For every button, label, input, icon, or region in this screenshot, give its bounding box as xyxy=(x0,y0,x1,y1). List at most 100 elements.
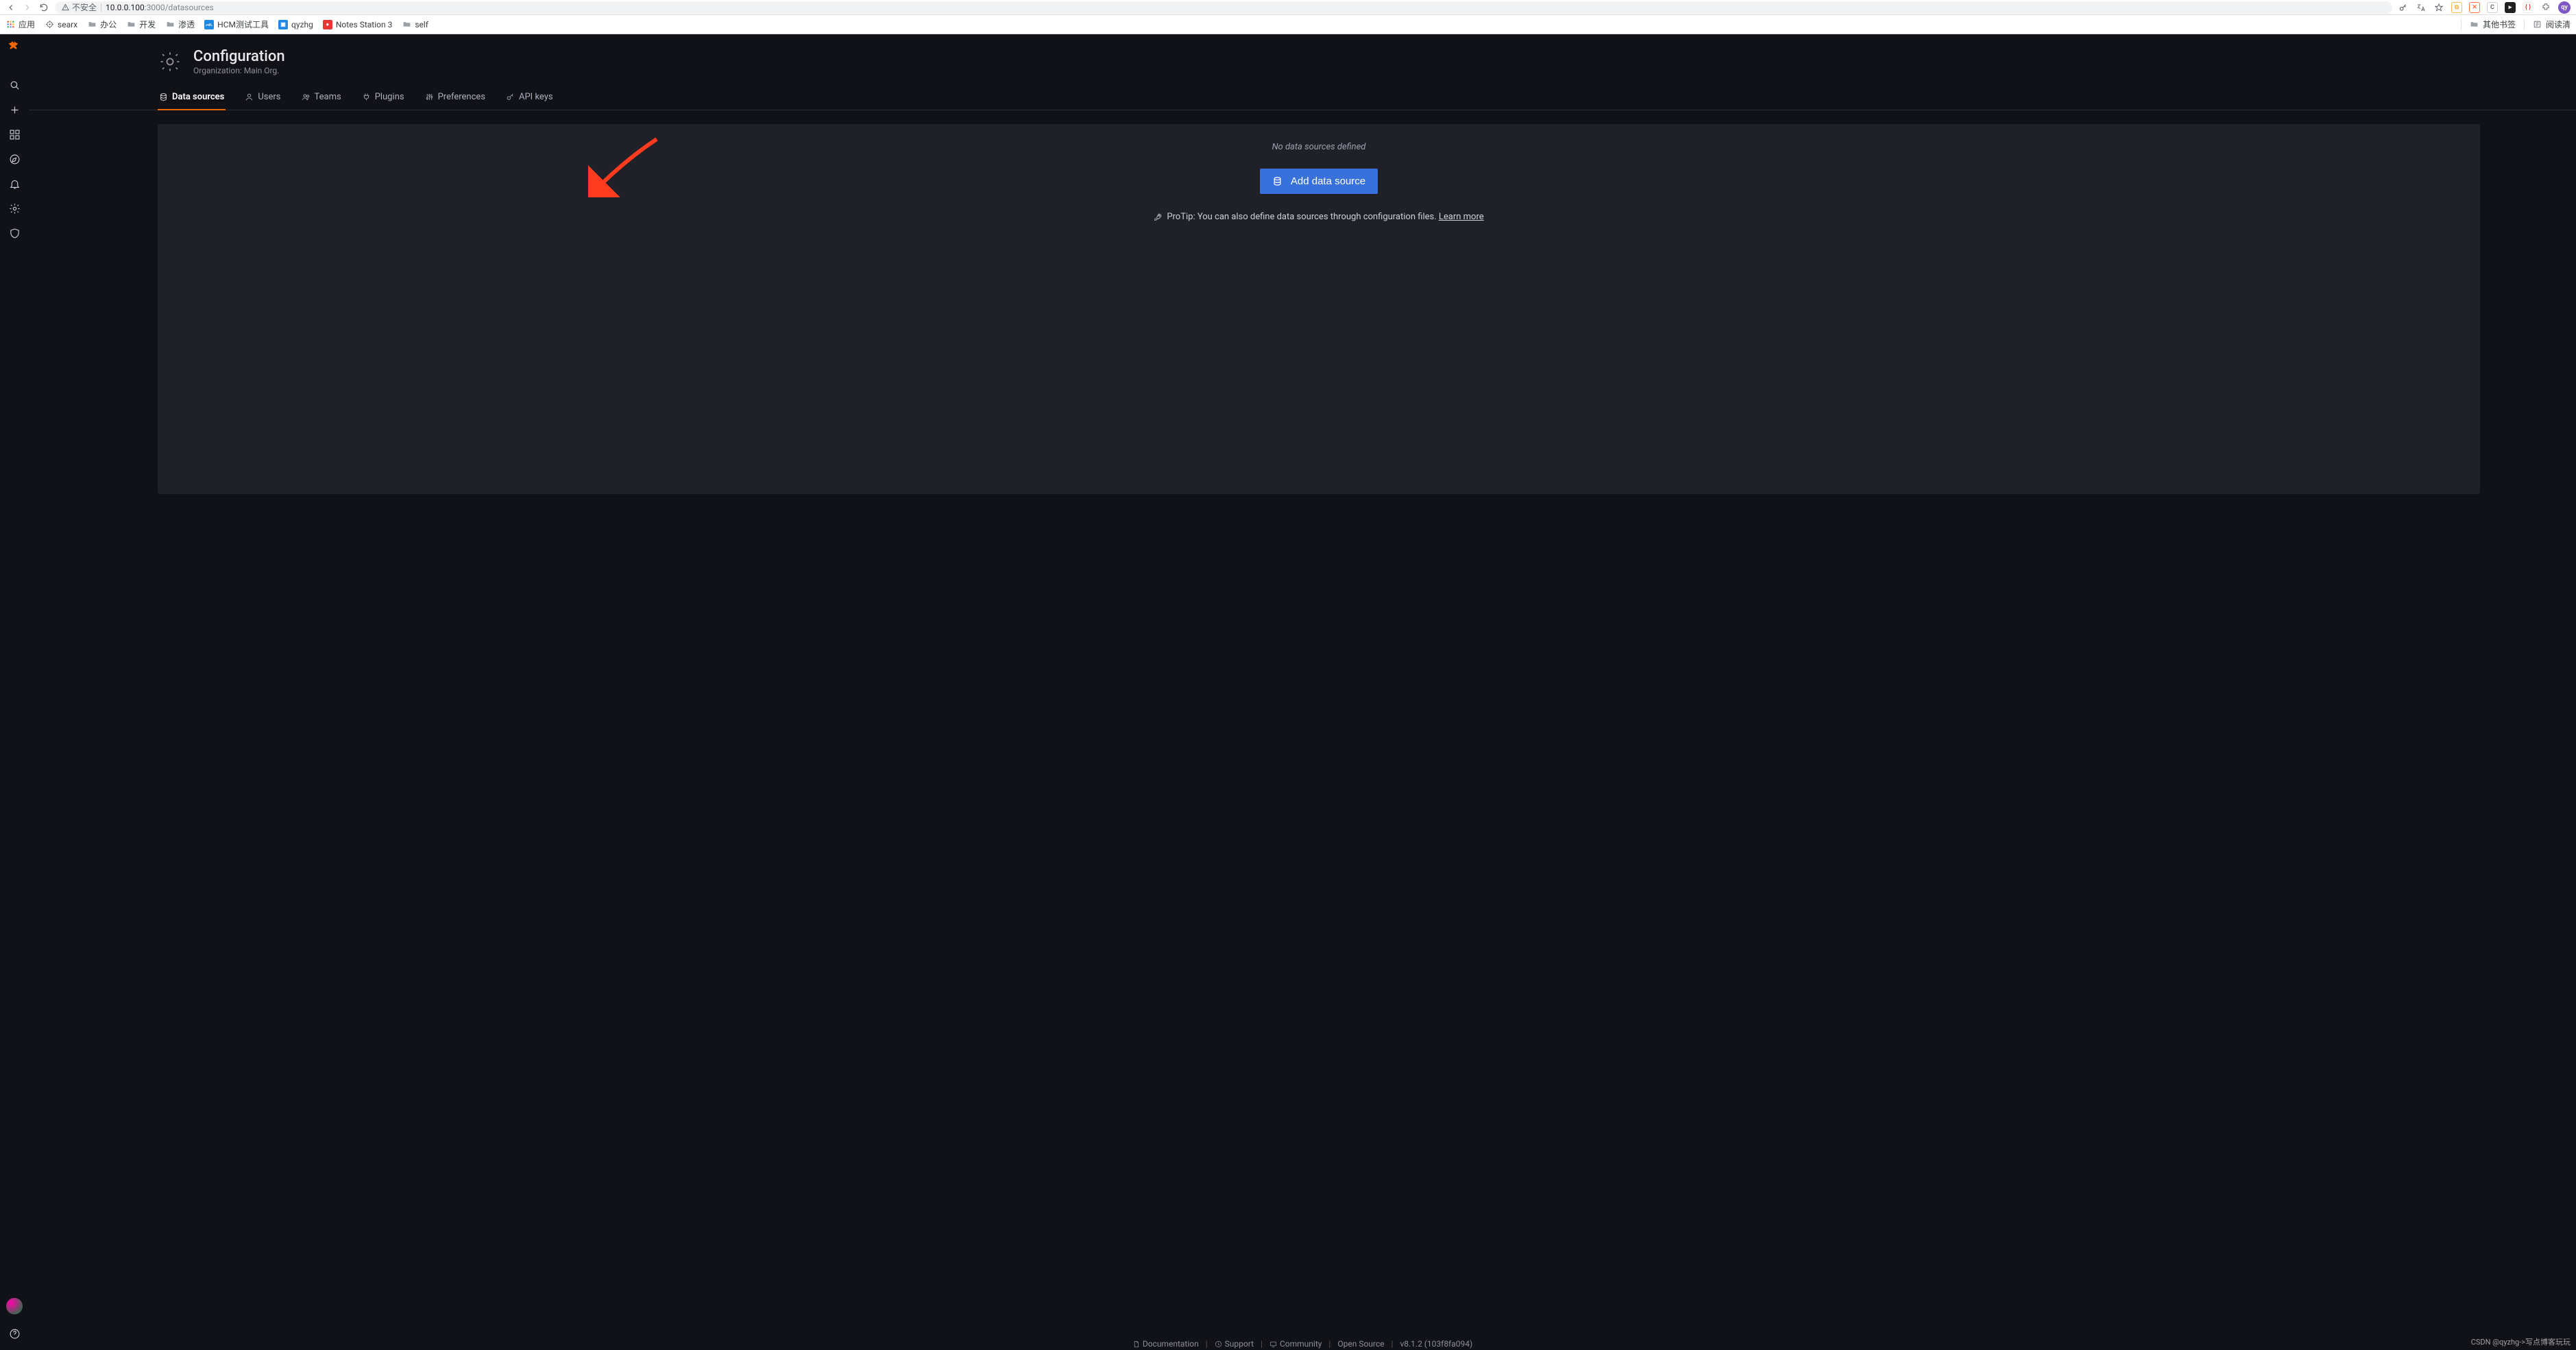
bookmark-label: 渗透 xyxy=(178,19,195,30)
bm-notes[interactable]: ● Notes Station 3 xyxy=(323,20,392,29)
sidebar-help-button[interactable] xyxy=(2,1321,27,1346)
nav-reload-button[interactable] xyxy=(38,2,49,13)
tile-icon: ▣ xyxy=(278,20,288,29)
tabs: Data sources Users Teams Plugins Prefere… xyxy=(29,84,2576,110)
extensions-icon[interactable] xyxy=(2540,2,2551,13)
ext-icon-c[interactable]: C xyxy=(2487,2,2498,13)
sidebar-admin-button[interactable] xyxy=(2,221,27,245)
tab-users[interactable]: Users xyxy=(243,86,282,110)
footer-support[interactable]: Support xyxy=(1215,1339,1254,1349)
add-data-source-button[interactable]: Add data source xyxy=(1260,169,1378,194)
footer-community[interactable]: Community xyxy=(1269,1339,1322,1349)
grafana-app: Configuration Organization: Main Org. Da… xyxy=(0,34,2576,1350)
sidebar-explore-button[interactable] xyxy=(2,147,27,171)
sliders-icon xyxy=(425,93,434,101)
translate-icon[interactable] xyxy=(2416,2,2427,13)
plug-icon xyxy=(362,93,371,101)
tab-apikeys[interactable]: API keys xyxy=(505,86,555,110)
bookmark-label: 应用 xyxy=(19,19,35,30)
tab-label: Data sources xyxy=(172,92,224,102)
bookmark-label: 其他书签 xyxy=(2483,19,2516,30)
sidebar xyxy=(0,34,29,1350)
protip-link[interactable]: Learn more xyxy=(1439,212,1484,222)
tab-label: Plugins xyxy=(375,92,404,102)
bookmark-label: Notes Station 3 xyxy=(336,20,392,29)
bookmark-label: HCM测试工具 xyxy=(217,19,269,30)
ext-icon-1[interactable]: ⧉ xyxy=(2451,2,2462,13)
site-security-indicator[interactable]: 不安全 xyxy=(62,1,97,13)
bm-searx[interactable]: searx xyxy=(45,20,77,29)
reading-list-icon xyxy=(2533,20,2542,29)
database-icon xyxy=(1272,176,1283,186)
tab-preferences[interactable]: Preferences xyxy=(424,86,487,110)
bm-folder-self[interactable]: self xyxy=(402,20,428,29)
ext-icon-2[interactable]: ✕ xyxy=(2469,2,2480,13)
password-key-icon[interactable] xyxy=(2398,2,2409,13)
rocket-icon xyxy=(1154,212,1163,221)
bookmark-label: qyzhg xyxy=(291,20,313,29)
sidebar-search-button[interactable] xyxy=(2,73,27,97)
footer-opensource[interactable]: Open Source xyxy=(1337,1339,1384,1349)
bm-folder-office[interactable]: 办公 xyxy=(87,19,117,30)
support-icon xyxy=(1215,1340,1222,1348)
tab-label: Preferences xyxy=(438,92,485,102)
empty-text: No data sources defined xyxy=(1272,142,1366,152)
profile-avatar[interactable]: qy xyxy=(2558,1,2571,14)
bm-reading-list[interactable]: 阅读清 xyxy=(2533,19,2571,30)
bookmark-label: 办公 xyxy=(100,19,117,30)
chrome-actions: ⧉ ✕ C ▸ { } qy xyxy=(2398,1,2571,14)
nav-back-button[interactable] xyxy=(5,2,16,13)
tab-label: Users xyxy=(258,92,280,102)
gear-icon xyxy=(158,49,182,74)
ext-icon-terminal[interactable]: ▸ xyxy=(2505,2,2516,13)
tab-datasources[interactable]: Data sources xyxy=(158,86,226,110)
bm-hcm[interactable]: ᨒ HCM测试工具 xyxy=(204,19,269,30)
browser-toolbar: 不安全 10.0.0.100:3000/datasources ⧉ ✕ C ▸ … xyxy=(0,0,2576,15)
folder-icon xyxy=(2470,20,2479,29)
sidebar-configuration-button[interactable] xyxy=(2,196,27,221)
bm-folder-dev[interactable]: 开发 xyxy=(126,19,156,30)
tab-label: API keys xyxy=(519,92,553,102)
folder-icon xyxy=(165,20,175,29)
page: Configuration Organization: Main Org. Da… xyxy=(29,34,2576,1350)
tab-teams[interactable]: Teams xyxy=(300,86,343,110)
sidebar-user-avatar[interactable] xyxy=(6,1298,23,1314)
footer-version: v8.1.2 (103f8fa094) xyxy=(1400,1339,1472,1349)
doc-icon xyxy=(1132,1340,1140,1348)
tab-plugins[interactable]: Plugins xyxy=(361,86,406,110)
user-icon xyxy=(245,93,254,101)
folder-icon xyxy=(87,20,97,29)
watermark: CSDN @qyzhg->写点博客玩玩 xyxy=(2471,1336,2571,1347)
bm-separator xyxy=(2461,19,2462,30)
bookmarks-bar: 应用 searx 办公 开发 渗透 ᨒ HCM测试工具 ▣ qyzhg ● No… xyxy=(0,15,2576,34)
sidebar-alerting-button[interactable] xyxy=(2,171,27,196)
bookmark-label: self xyxy=(415,20,428,29)
bm-other-bookmarks[interactable]: 其他书签 xyxy=(2470,19,2516,30)
tile-icon: ᨒ xyxy=(204,20,214,29)
key-icon xyxy=(506,93,515,101)
database-icon xyxy=(159,93,168,101)
bm-qyzhg[interactable]: ▣ qyzhg xyxy=(278,20,313,29)
folder-icon xyxy=(126,20,136,29)
bookmark-label: 开发 xyxy=(139,19,156,30)
protip-row: ProTip: You can also define data sources… xyxy=(1154,212,1483,222)
url-bar[interactable]: 不安全 10.0.0.100:3000/datasources xyxy=(55,1,2392,14)
bm-apps[interactable]: 应用 xyxy=(5,19,35,30)
footer-doc[interactable]: Documentation xyxy=(1132,1339,1199,1349)
page-header: Configuration Organization: Main Org. xyxy=(29,48,2576,84)
grafana-logo[interactable] xyxy=(5,38,23,56)
tile-icon: ● xyxy=(323,20,332,29)
bm-folder-pentest[interactable]: 渗透 xyxy=(165,19,195,30)
add-button-label: Add data source xyxy=(1291,175,1365,187)
sidebar-dashboards-button[interactable] xyxy=(2,122,27,147)
bm-separator xyxy=(2524,19,2525,30)
nav-forward-button[interactable] xyxy=(22,2,33,13)
sidebar-create-button[interactable] xyxy=(2,97,27,122)
target-icon xyxy=(45,20,54,29)
star-icon[interactable] xyxy=(2433,2,2444,13)
bookmark-label: searx xyxy=(58,20,77,29)
folder-icon xyxy=(402,20,411,29)
community-icon xyxy=(1269,1340,1277,1348)
footer: Documentation | Support | Community | Op… xyxy=(29,1338,2576,1350)
ext-icon-braces[interactable]: { } xyxy=(2523,2,2534,13)
